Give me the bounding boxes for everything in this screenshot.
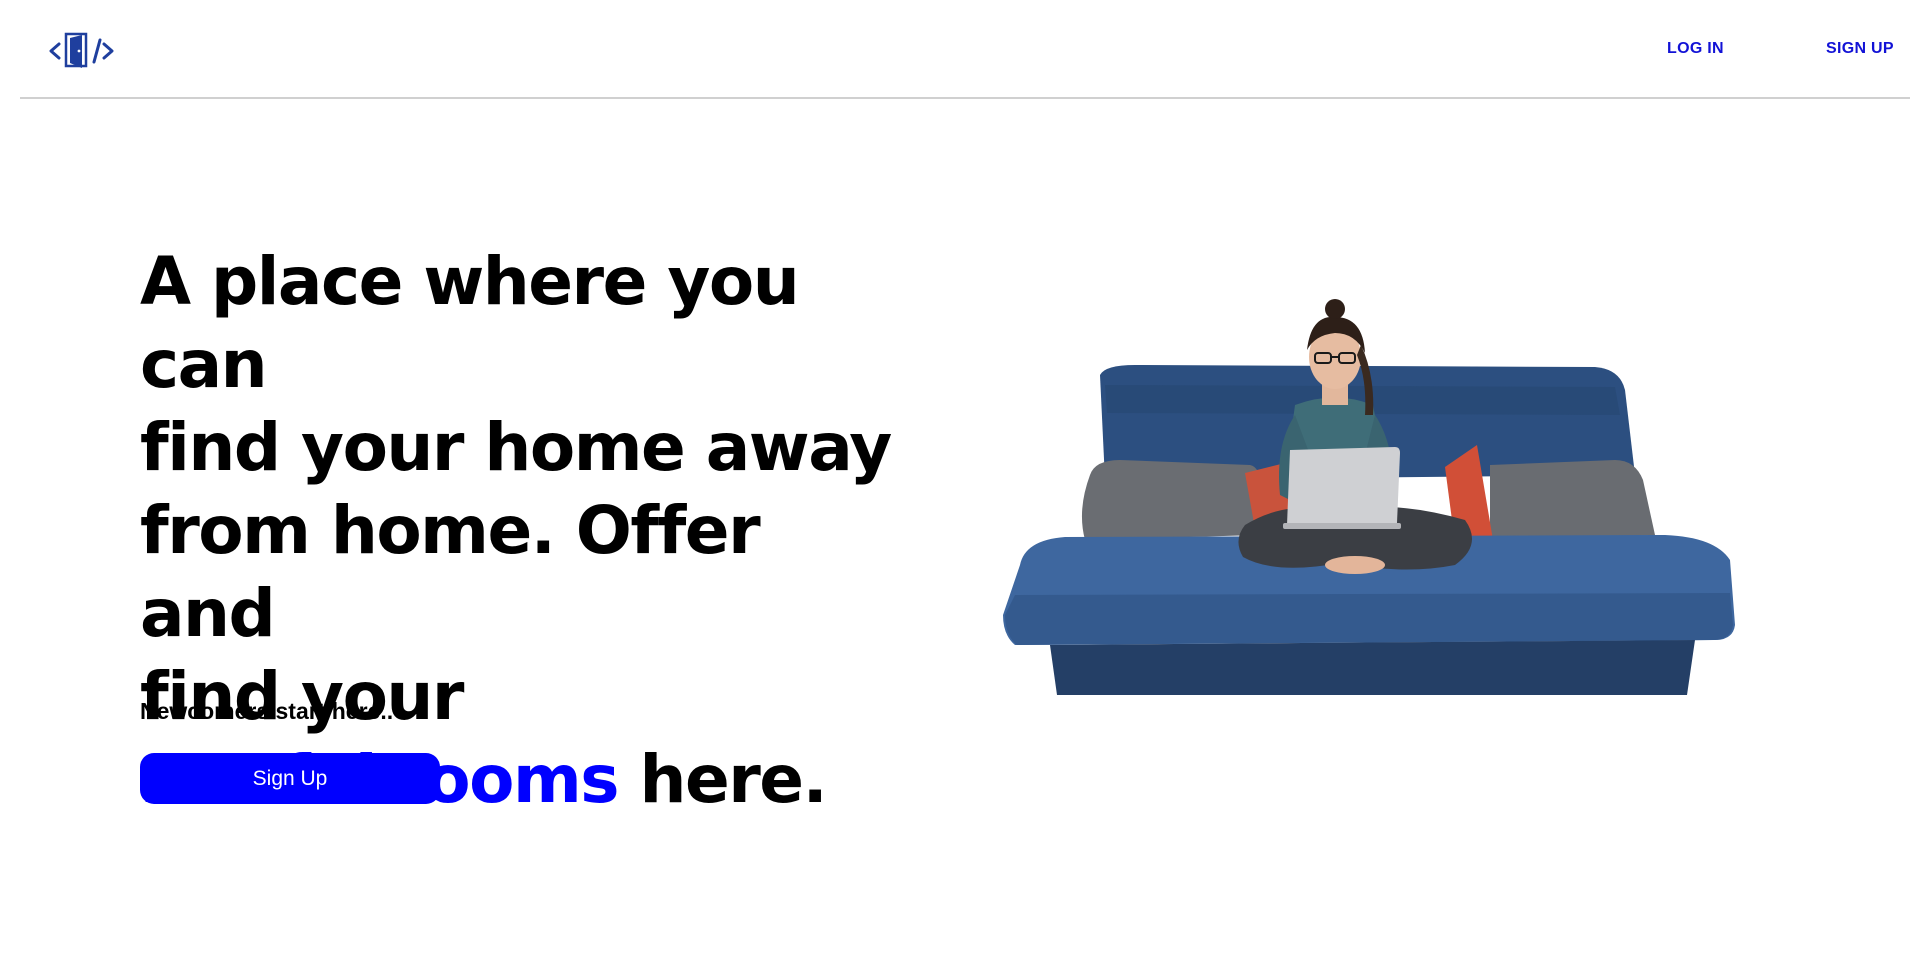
hero-title-line-2: find your home away	[140, 409, 892, 486]
brand-logo-icon[interactable]	[46, 30, 116, 72]
hero-heading: A place where you can find your home away…	[140, 240, 900, 821]
hero-title-line-3: from home. Offer and	[140, 492, 761, 652]
landing-page: LOG IN SIGN UP A place where you can find…	[0, 0, 1910, 962]
hero-title-line-1: A place where you can	[140, 243, 800, 403]
login-link[interactable]: LOG IN	[1667, 40, 1724, 58]
newcomers-subheading: Newcomers start here..	[140, 698, 394, 724]
hero-photo-woman-on-sofa	[1003, 299, 1735, 695]
hero-title-suffix: here.	[618, 741, 828, 818]
top-navbar: LOG IN SIGN UP	[20, 0, 1910, 99]
sign-up-button[interactable]: Sign Up	[140, 753, 440, 804]
signup-link[interactable]: SIGN UP	[1826, 40, 1894, 58]
door-code-icon	[49, 32, 114, 68]
